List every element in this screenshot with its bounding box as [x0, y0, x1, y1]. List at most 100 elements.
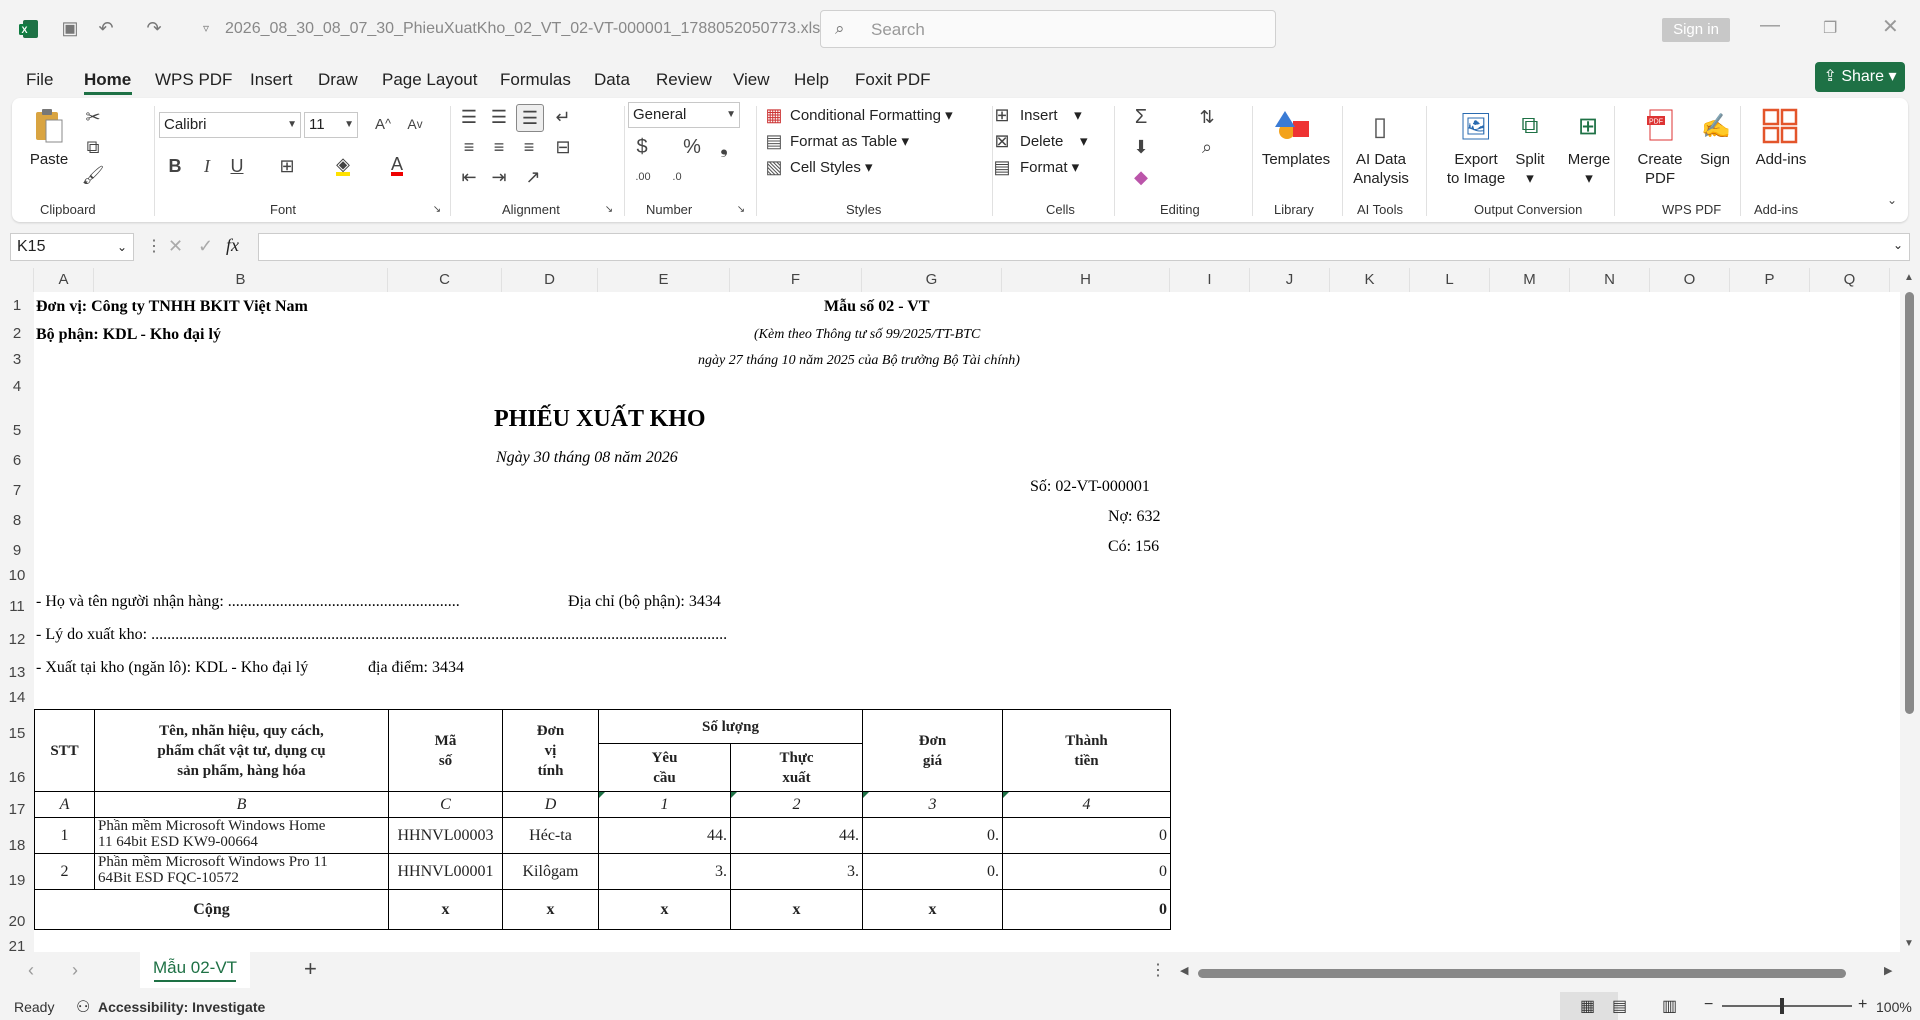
decrease-indent-icon[interactable]: ⇤ — [456, 164, 482, 190]
row-header[interactable]: 15 — [0, 725, 34, 742]
cell-styles-button[interactable]: Cell Styles ▾ — [790, 158, 873, 176]
ai-data-analysis-button[interactable]: AI Data Analysis — [1346, 150, 1416, 188]
borders-icon[interactable]: ⊞ — [276, 154, 298, 178]
zoom-in-icon[interactable]: + — [1858, 996, 1867, 1014]
row-header[interactable]: 4 — [0, 378, 34, 395]
create-pdf-icon[interactable]: PDF — [1644, 106, 1680, 146]
select-all-corner[interactable] — [0, 268, 34, 292]
export-to-image-button[interactable]: Export to Image — [1434, 150, 1518, 188]
customize-toolbar-icon[interactable]: ▿ — [196, 18, 216, 38]
row-header[interactable]: 11 — [0, 598, 34, 615]
row-header[interactable]: 17 — [0, 801, 34, 818]
column-header[interactable]: K — [1330, 268, 1410, 292]
tab-file[interactable]: File — [26, 70, 53, 90]
italic-icon[interactable]: I — [196, 154, 218, 178]
row-header[interactable]: 18 — [0, 837, 34, 854]
clear-icon[interactable]: ◆ — [1128, 164, 1154, 190]
wrap-text-icon[interactable]: ↵ — [550, 104, 576, 130]
column-header[interactable]: I — [1170, 268, 1250, 292]
tab-formulas[interactable]: Formulas — [500, 70, 571, 90]
conditional-formatting-button[interactable]: Conditional Formatting ▾ — [790, 106, 953, 124]
horizontal-scroll-thumb[interactable] — [1198, 969, 1846, 978]
templates-button[interactable]: Templates — [1256, 150, 1336, 169]
row-header[interactable]: 1 — [0, 297, 34, 314]
formula-input[interactable]: ⌄ — [258, 233, 1910, 261]
collapse-ribbon-icon[interactable]: ⌄ — [1884, 192, 1900, 208]
sort-filter-icon[interactable]: ⇅ — [1192, 104, 1222, 130]
name-box[interactable]: K15 ⌄ — [10, 233, 134, 261]
column-header[interactable]: L — [1410, 268, 1490, 292]
ai-data-analysis-icon[interactable]: ▯ — [1362, 106, 1398, 146]
column-header[interactable]: F — [730, 268, 862, 292]
tab-draw[interactable]: Draw — [318, 70, 358, 90]
column-header[interactable]: B — [94, 268, 388, 292]
zoom-slider-thumb[interactable] — [1780, 998, 1784, 1014]
column-header[interactable]: E — [598, 268, 730, 292]
tab-wps-pdf[interactable]: WPS PDF — [155, 70, 232, 90]
tab-insert[interactable]: Insert — [250, 70, 293, 90]
align-top-icon[interactable]: ☰ — [456, 104, 482, 130]
column-header[interactable]: M — [1490, 268, 1570, 292]
currency-icon[interactable]: $ — [630, 134, 654, 160]
row-header[interactable]: 5 — [0, 422, 34, 439]
vertical-scrollbar[interactable]: ▲ ▼ — [1900, 268, 1920, 952]
sign-button[interactable]: Sign — [1692, 150, 1738, 169]
merge-icon[interactable]: ⊞ — [1570, 106, 1606, 146]
split-icon[interactable]: ⧉ — [1512, 106, 1548, 146]
sign-in-button[interactable]: Sign in — [1662, 18, 1730, 42]
zoom-level[interactable]: 100% — [1876, 999, 1912, 1015]
row-header[interactable]: 20 — [0, 913, 34, 930]
search-input[interactable]: ⌕ Search — [820, 10, 1276, 48]
confirm-entry-icon[interactable]: ✓ — [198, 236, 213, 257]
row-header[interactable]: 19 — [0, 872, 34, 889]
column-header[interactable]: D — [502, 268, 598, 292]
tab-help[interactable]: Help — [794, 70, 829, 90]
normal-view-icon[interactable]: ▦ — [1580, 996, 1595, 1016]
tab-home[interactable]: Home — [84, 70, 131, 90]
dialog-launcher-icon[interactable]: ↘ — [430, 202, 444, 216]
vertical-scroll-thumb[interactable] — [1905, 292, 1914, 714]
number-format-select[interactable]: General ▼ — [628, 102, 740, 128]
format-painter-icon[interactable]: 🖌 — [82, 164, 105, 186]
paste-button[interactable]: Paste — [26, 150, 72, 169]
column-header[interactable]: Q — [1810, 268, 1890, 292]
row-header[interactable]: 6 — [0, 452, 34, 469]
row-header[interactable]: 7 — [0, 482, 34, 499]
redo-icon[interactable]: ↷ — [144, 18, 164, 38]
increase-font-icon[interactable]: A ^ — [372, 112, 394, 136]
scroll-down-icon[interactable]: ▼ — [1904, 938, 1914, 949]
zoom-slider[interactable] — [1722, 1005, 1852, 1007]
tab-foxit-pdf[interactable]: Foxit PDF — [855, 70, 931, 90]
worksheet[interactable]: Đơn vị: Công ty TNHH BKIT Việt Nam Bộ ph… — [34, 292, 1900, 952]
undo-icon[interactable]: ↶ — [96, 18, 116, 38]
row-header[interactable]: 16 — [0, 769, 34, 786]
column-header[interactable]: C — [388, 268, 502, 292]
split-button[interactable]: Split ▾ — [1510, 150, 1550, 188]
next-sheet-icon[interactable]: › — [72, 960, 78, 981]
tab-data[interactable]: Data — [594, 70, 630, 90]
maximize-icon[interactable]: ❐ — [1823, 18, 1837, 38]
fill-color-icon[interactable]: ◈ — [332, 154, 354, 178]
minimize-icon[interactable]: — — [1760, 14, 1780, 37]
comma-style-icon[interactable]: ❟ — [712, 134, 736, 160]
row-header[interactable]: 12 — [0, 631, 34, 648]
fill-icon[interactable]: ⬇ — [1128, 134, 1154, 160]
export-image-icon[interactable]: 🖼 — [1458, 106, 1494, 146]
column-header[interactable]: H — [1002, 268, 1170, 292]
increase-decimal-icon[interactable]: .00 — [630, 164, 656, 190]
templates-icon[interactable] — [1274, 106, 1314, 146]
expand-formula-icon[interactable]: ⌄ — [1893, 238, 1903, 252]
align-left-icon[interactable]: ≡ — [456, 134, 482, 160]
share-button[interactable]: ⇪ Share ▾ — [1815, 62, 1905, 92]
add-ins-button[interactable]: Add-ins — [1746, 150, 1816, 169]
tab-view[interactable]: View — [733, 70, 770, 90]
copy-icon[interactable]: ⧉ — [82, 136, 104, 158]
autosum-icon[interactable]: Σ — [1128, 104, 1154, 130]
scroll-up-icon[interactable]: ▲ — [1904, 272, 1914, 283]
cut-icon[interactable]: ✂ — [82, 106, 104, 128]
dialog-launcher-icon[interactable]: ↘ — [602, 202, 616, 216]
create-pdf-button[interactable]: Create PDF — [1630, 150, 1690, 188]
orientation-icon[interactable]: ↗ — [520, 164, 546, 190]
decrease-font-icon[interactable]: Av — [404, 112, 426, 136]
delete-cells-button[interactable]: Delete ▾ — [1020, 132, 1088, 150]
